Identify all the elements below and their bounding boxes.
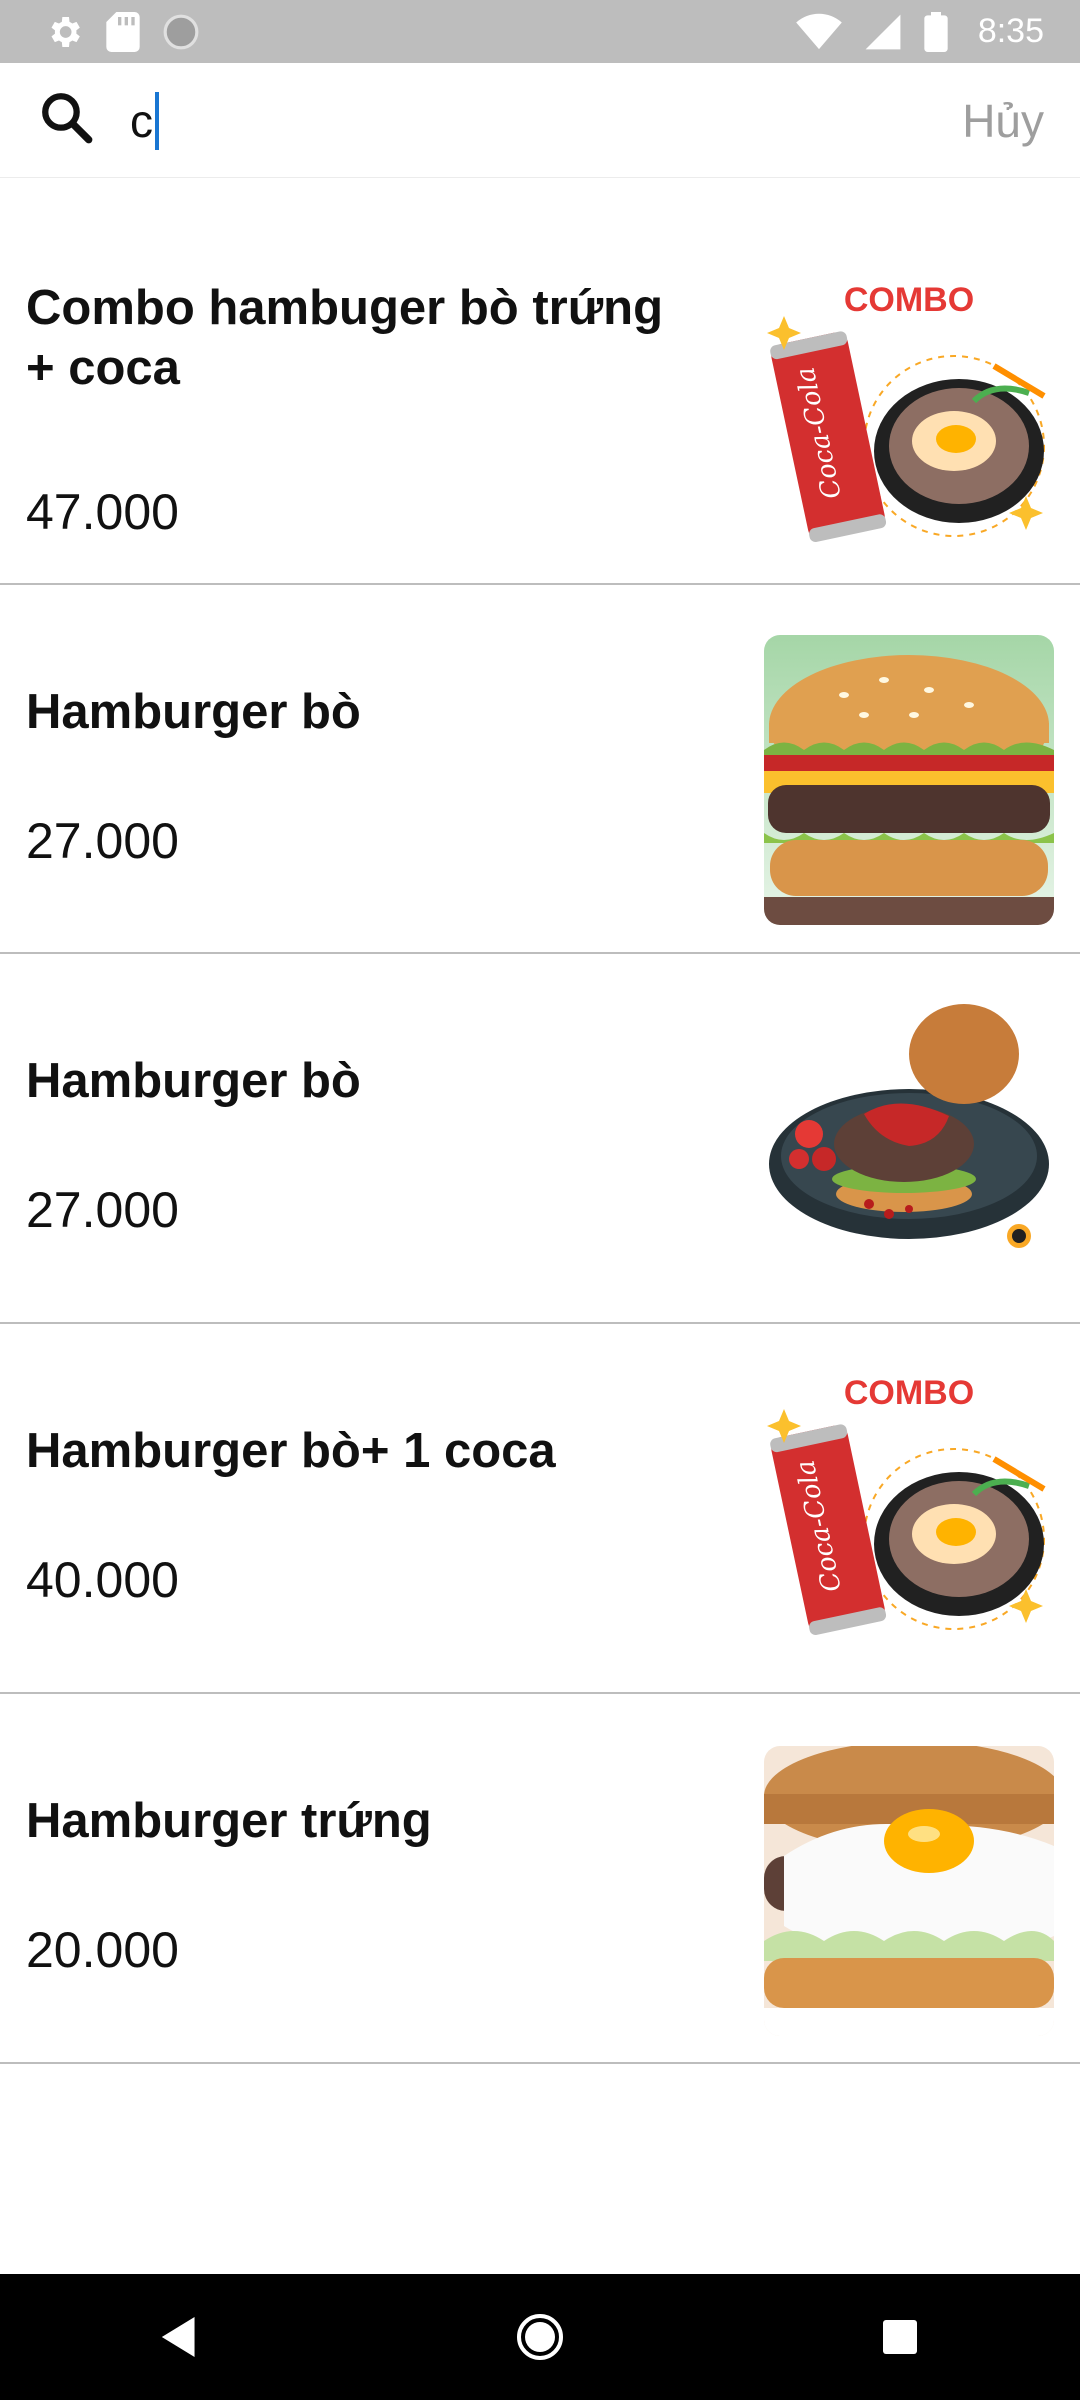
combo-coca-icon: COMBO Coca-Cola xyxy=(764,1364,1054,1654)
item-price: 27.000 xyxy=(26,813,179,869)
search-input-value: c xyxy=(130,95,153,147)
egg-burger-photo xyxy=(764,1746,1054,2036)
signal-icon xyxy=(865,14,901,49)
list-item[interactable]: Hamburger bò+ 1 coca 40.000 COMBO Coca-C… xyxy=(0,1324,1080,1694)
item-price: 47.000 xyxy=(26,484,179,540)
search-bar: c Hủy xyxy=(0,63,1080,178)
item-name: Hamburger bò xyxy=(26,1054,361,1108)
home-button[interactable] xyxy=(485,2282,595,2392)
item-price: 40.000 xyxy=(26,1552,179,1608)
back-icon xyxy=(161,2317,195,2357)
combo-coca-icon: COMBO Coca-Cola xyxy=(764,271,1054,561)
list-item[interactable]: Hamburger bò 27.000 xyxy=(0,585,1080,954)
item-name: Hamburger bò xyxy=(26,685,361,739)
status-bar: 8:35 xyxy=(0,0,1080,63)
svg-text:COMBO: COMBO xyxy=(844,1374,974,1412)
item-name: Hamburger bò+ 1 coca xyxy=(26,1424,556,1478)
navigation-bar xyxy=(0,2274,1080,2400)
burger-plate-photo xyxy=(764,994,1054,1284)
status-time: 8:35 xyxy=(977,12,1044,50)
recents-icon xyxy=(883,2320,917,2354)
burger-photo xyxy=(764,635,1054,925)
wifi-icon xyxy=(796,13,842,49)
back-button[interactable] xyxy=(125,2282,235,2392)
item-name: Combo hambuger bò trứng + coca xyxy=(26,281,664,395)
cancel-button[interactable]: Hủy xyxy=(962,89,1044,153)
item-price: 27.000 xyxy=(26,1182,179,1238)
item-name: Hamburger trứng xyxy=(26,1794,432,1848)
sd-card-icon xyxy=(106,11,140,52)
battery-icon xyxy=(924,11,948,52)
list-item[interactable]: Combo hambuger bò trứng + coca 47.000 CO… xyxy=(0,178,1080,585)
item-price: 20.000 xyxy=(26,1922,179,1978)
home-icon xyxy=(517,2314,563,2360)
list-item[interactable]: Hamburger bò 27.000 xyxy=(0,954,1080,1324)
search-icon[interactable] xyxy=(38,89,96,147)
gear-icon xyxy=(51,16,80,47)
search-input[interactable]: c xyxy=(130,89,890,153)
recents-button[interactable] xyxy=(845,2282,955,2392)
results-list: Combo hambuger bò trứng + coca 47.000 CO… xyxy=(0,178,1080,2064)
svg-text:COMBO: COMBO xyxy=(844,281,974,319)
list-item[interactable]: Hamburger trứng 20.000 xyxy=(0,1694,1080,2064)
circle-icon xyxy=(163,14,199,49)
text-caret xyxy=(155,92,159,150)
